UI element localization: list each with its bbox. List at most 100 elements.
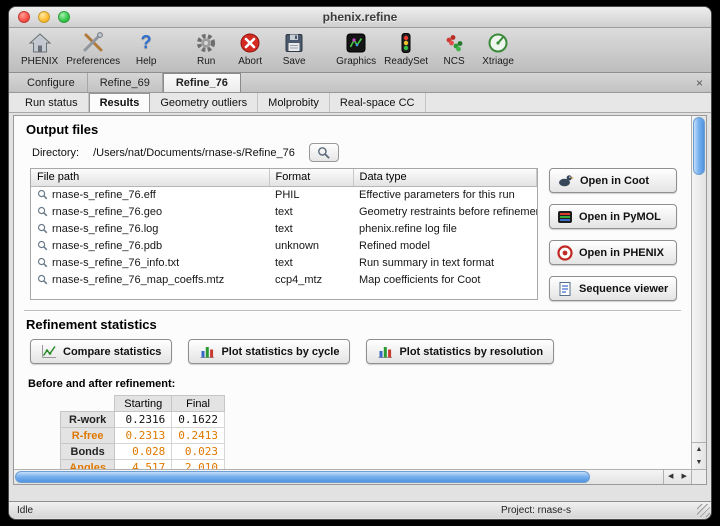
- column-header-format[interactable]: Format: [269, 169, 353, 186]
- toolbar-label: Xtriage: [480, 56, 516, 67]
- stats-row-label: Angles: [61, 460, 115, 470]
- phenix-circle-icon: [557, 245, 573, 261]
- magnifier-icon: [37, 257, 48, 268]
- file-datatype: phenix.refine log file: [353, 220, 537, 237]
- directory-value: /Users/nat/Documents/rnase-s/Refine_76: [93, 147, 295, 159]
- stats-row-r-work: R-work 0.2316 0.1622: [61, 412, 225, 428]
- toolbar-label: ReadySet: [384, 56, 428, 67]
- resize-grip[interactable]: [697, 504, 710, 517]
- subtab-run-status[interactable]: Run status: [15, 93, 89, 112]
- toolbar-button-graphics[interactable]: Graphics: [332, 29, 380, 67]
- compare-statistics-button[interactable]: Compare statistics: [30, 339, 172, 364]
- pymol-icon: [557, 209, 573, 225]
- horizontal-scrollbar[interactable]: ◀ ▶: [14, 469, 691, 484]
- column-header-data-type[interactable]: Data type: [353, 169, 537, 186]
- toolbar-button-xtriage[interactable]: Xtriage: [476, 29, 520, 67]
- file-format: text: [269, 254, 353, 271]
- browse-directory-button[interactable]: [309, 143, 339, 162]
- subtab-real-space-cc[interactable]: Real-space CC: [330, 93, 426, 112]
- stats-corner-cell: [61, 396, 115, 412]
- toolbar-label: Run: [188, 56, 224, 67]
- phenix-refine-window: phenix.refine PHENIX Preferences ? Help …: [8, 6, 712, 520]
- stats-starting-value: 0.2316: [115, 412, 172, 428]
- file-path: rnase-s_refine_76.pdb: [52, 240, 162, 252]
- scroll-up-arrow[interactable]: ▲: [692, 443, 706, 456]
- tab-refine-76[interactable]: Refine_76: [163, 73, 241, 92]
- output-files-table: File path Format Data type rnase-s_refin…: [30, 168, 538, 300]
- stats-header-row: Starting Final: [61, 396, 225, 412]
- plot-by-resolution-button[interactable]: Plot statistics by resolution: [366, 339, 554, 364]
- column-header-file-path[interactable]: File path: [31, 169, 269, 186]
- content-area: Output files Directory: /Users/nat/Docum…: [9, 113, 711, 485]
- toolbar-button-readyset[interactable]: ReadySet: [380, 29, 432, 67]
- sequence-document-icon: [557, 281, 573, 297]
- open-in-pymol-button[interactable]: Open in PyMOL: [549, 204, 677, 229]
- stats-row-r-free: R-free 0.2313 0.2413: [61, 428, 225, 444]
- xtriage-gauge-icon: [480, 29, 516, 56]
- magnifier-icon: [317, 146, 330, 159]
- toolbar-button-help[interactable]: ? Help: [124, 29, 168, 67]
- stats-row-label: R-free: [61, 428, 115, 444]
- bar-chart-icon: [377, 344, 393, 359]
- refinement-statistics-heading: Refinement statistics: [26, 317, 681, 332]
- status-bar: Idle Project: rnase-s: [9, 501, 711, 518]
- file-path: rnase-s_refine_76_map_coeffs.mtz: [52, 274, 224, 286]
- scroll-right-arrow[interactable]: ▶: [678, 470, 692, 484]
- subtab-molprobity[interactable]: Molprobity: [258, 93, 330, 112]
- toolbar-button-save[interactable]: Save: [272, 29, 316, 67]
- toolbar-button-abort[interactable]: Abort: [228, 29, 272, 67]
- file-path: rnase-s_refine_76_info.txt: [52, 257, 179, 269]
- file-row[interactable]: rnase-s_refine_76.pdb unknown Refined mo…: [31, 237, 537, 254]
- toolbar-button-preferences[interactable]: Preferences: [62, 29, 124, 67]
- subtab-geometry-outliers[interactable]: Geometry outliers: [150, 93, 258, 112]
- titlebar[interactable]: phenix.refine: [9, 7, 711, 28]
- plot-by-cycle-label: Plot statistics by cycle: [221, 346, 339, 358]
- statistics-buttons-row: Compare statistics Plot statistics by cy…: [30, 339, 681, 364]
- toolbar-button-run[interactable]: Run: [184, 29, 228, 67]
- line-chart-icon: [41, 344, 57, 359]
- toolbar-label: Help: [128, 56, 164, 67]
- directory-label: Directory:: [32, 147, 79, 159]
- file-row[interactable]: rnase-s_refine_76.log text phenix.refine…: [31, 220, 537, 237]
- vertical-scrollbar-thumb[interactable]: [693, 117, 705, 175]
- horizontal-scrollbar-thumb[interactable]: [15, 471, 590, 483]
- scroll-left-arrow[interactable]: ◀: [664, 470, 678, 484]
- phenix-home-icon: [21, 29, 58, 56]
- vertical-scrollbar[interactable]: ▲ ▼: [691, 116, 706, 469]
- sequence-viewer-label: Sequence viewer: [579, 283, 668, 295]
- tab-configure[interactable]: Configure: [15, 73, 88, 92]
- section-divider: [24, 310, 681, 312]
- file-format: text: [269, 220, 353, 237]
- stats-col-starting: Starting: [115, 396, 172, 412]
- scrollview: Output files Directory: /Users/nat/Docum…: [13, 115, 707, 485]
- zoom-window-button[interactable]: [58, 11, 70, 23]
- open-buttons-column: Open in Coot Open in PyMOL Open in PHENI…: [549, 168, 677, 301]
- traffic-lights: [18, 11, 70, 23]
- file-row[interactable]: rnase-s_refine_76_info.txt text Run summ…: [31, 254, 537, 271]
- tab-close-button[interactable]: ×: [696, 73, 703, 93]
- toolbar-label: Abort: [232, 56, 268, 67]
- toolbar-button-phenix[interactable]: PHENIX: [17, 29, 62, 67]
- close-window-button[interactable]: [18, 11, 30, 23]
- minimize-window-button[interactable]: [38, 11, 50, 23]
- toolbar-button-ncs[interactable]: NCS: [432, 29, 476, 67]
- toolbar-label: PHENIX: [21, 56, 58, 67]
- file-row[interactable]: rnase-s_refine_76.geo text Geometry rest…: [31, 203, 537, 220]
- toolbar: PHENIX Preferences ? Help Run Abort: [9, 28, 711, 73]
- file-path: rnase-s_refine_76.log: [52, 223, 158, 235]
- open-in-coot-button[interactable]: Open in Coot: [549, 168, 677, 193]
- file-row[interactable]: rnase-s_refine_76_map_coeffs.mtz ccp4_mt…: [31, 271, 537, 288]
- plot-by-cycle-button[interactable]: Plot statistics by cycle: [188, 339, 350, 364]
- before-after-label: Before and after refinement:: [28, 378, 681, 390]
- subtab-results[interactable]: Results: [89, 93, 151, 112]
- compare-statistics-label: Compare statistics: [63, 346, 161, 358]
- sequence-viewer-button[interactable]: Sequence viewer: [549, 276, 677, 301]
- window-title: phenix.refine: [9, 7, 711, 27]
- directory-row: Directory: /Users/nat/Documents/rnase-s/…: [32, 143, 681, 162]
- file-row[interactable]: rnase-s_refine_76.eff PHIL Effective par…: [31, 186, 537, 203]
- tab-refine-69[interactable]: Refine_69: [88, 73, 163, 92]
- results-panel: Output files Directory: /Users/nat/Docum…: [14, 116, 691, 469]
- open-in-phenix-button[interactable]: Open in PHENIX: [549, 240, 677, 265]
- scroll-down-arrow[interactable]: ▼: [692, 456, 706, 469]
- bar-chart-icon: [199, 344, 215, 359]
